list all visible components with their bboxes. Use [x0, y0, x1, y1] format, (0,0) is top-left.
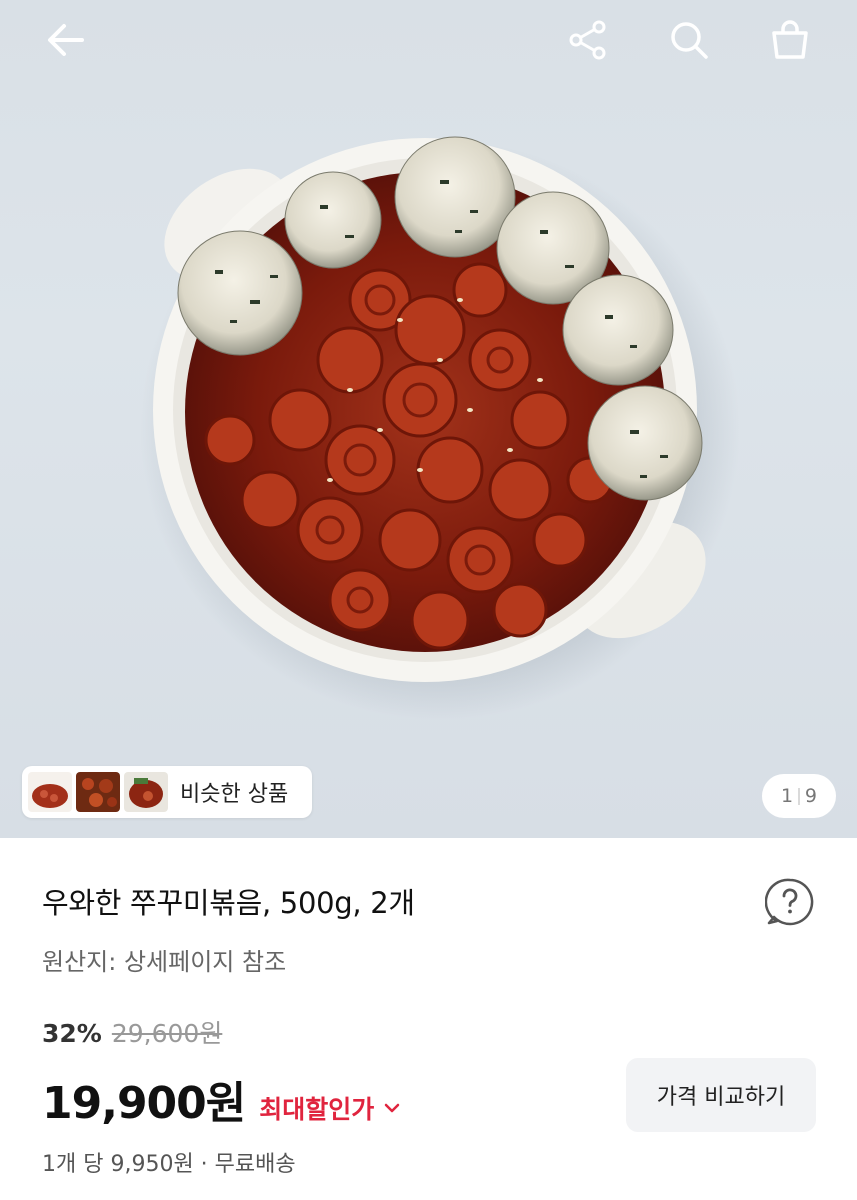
price-row: 19,900원 최대할인가 — [42, 1067, 400, 1131]
share-icon — [569, 20, 606, 60]
discount-row: 32% 29,600원 — [42, 1014, 222, 1050]
max-discount-label: 최대할인가 — [259, 1095, 375, 1124]
search-icon — [671, 22, 708, 59]
discount-rate: 32% — [42, 1019, 102, 1048]
cart-button[interactable] — [762, 12, 818, 68]
help-button[interactable] — [764, 876, 816, 928]
shopping-bag-icon — [772, 20, 808, 59]
arrow-left-icon — [48, 24, 84, 56]
top-navigation-bar — [0, 0, 857, 80]
similar-product-thumbnail — [28, 772, 72, 812]
similar-product-thumbnail — [124, 772, 168, 812]
product-photo — [140, 136, 740, 720]
share-button[interactable] — [560, 12, 616, 68]
page-total: 9 — [804, 785, 817, 807]
question-circle-icon — [765, 878, 814, 926]
similar-product-thumbnail — [76, 772, 120, 812]
image-page-counter: 1 | 9 — [762, 774, 836, 818]
search-button[interactable] — [661, 12, 717, 68]
sale-price: 19,900원 — [42, 1078, 246, 1129]
product-image-gallery[interactable]: 비슷한 상품 1 | 9 — [0, 0, 857, 838]
product-title: 우와한 쭈꾸미볶음, 500g, 2개 — [42, 886, 415, 920]
unit-price-shipping: 1개 당 9,950원 · 무료배송 — [42, 1152, 296, 1177]
chevron-down-icon — [385, 1103, 400, 1113]
price-compare-button[interactable]: 가격 비교하기 — [626, 1058, 816, 1132]
back-button[interactable] — [38, 12, 94, 68]
product-origin: 원산지: 상세페이지 참조 — [42, 948, 287, 976]
max-discount-price-toggle[interactable]: 최대할인가 — [259, 1090, 400, 1126]
original-price: 29,600원 — [111, 1019, 223, 1048]
page-separator: | — [796, 786, 802, 806]
page-current: 1 — [781, 785, 794, 807]
similar-products-label: 비슷한 상품 — [180, 782, 289, 807]
similar-products-button[interactable]: 비슷한 상품 — [22, 766, 312, 818]
